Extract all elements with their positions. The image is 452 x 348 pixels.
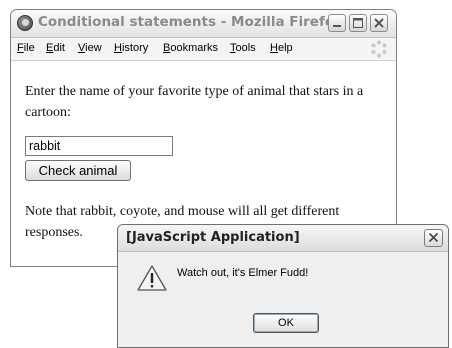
dialog-title: [JavaScript Application] xyxy=(126,230,300,245)
menu-view[interactable]: View xyxy=(78,42,102,54)
throbber-icon xyxy=(371,40,387,58)
menu-file[interactable]: File xyxy=(17,42,35,54)
menu-bar: File Edit View History Bookmarks Tools H… xyxy=(11,38,396,61)
firefox-icon xyxy=(17,15,33,31)
close-icon xyxy=(428,232,439,243)
menu-history[interactable]: History xyxy=(114,42,148,54)
alert-dialog: [JavaScript Application] Watch out, it's… xyxy=(117,224,449,348)
check-animal-button[interactable]: Check animal xyxy=(25,160,131,181)
animal-input[interactable] xyxy=(25,136,173,156)
menu-tools[interactable]: Tools xyxy=(230,42,256,54)
ok-button[interactable]: OK xyxy=(253,313,319,333)
warning-icon xyxy=(137,265,167,291)
title-bar[interactable]: Conditional statements - Mozilla Firefox xyxy=(11,10,396,38)
menu-edit[interactable]: Edit xyxy=(46,42,65,54)
maximize-button[interactable] xyxy=(349,14,367,32)
menu-bookmarks[interactable]: Bookmarks xyxy=(163,42,218,54)
dialog-close-button[interactable] xyxy=(424,229,443,247)
prompt-text: Enter the name of your favorite type of … xyxy=(25,84,364,120)
close-icon xyxy=(374,18,384,28)
minimize-button[interactable] xyxy=(328,14,346,32)
menu-help[interactable]: Help xyxy=(270,42,293,54)
close-button[interactable] xyxy=(370,14,388,32)
dialog-title-bar[interactable]: [JavaScript Application] xyxy=(118,225,448,252)
dialog-message: Watch out, it's Elmer Fudd! xyxy=(177,267,309,279)
maximize-icon xyxy=(353,18,363,28)
minimize-icon xyxy=(333,25,341,27)
window-title: Conditional statements - Mozilla Firefox xyxy=(38,14,343,30)
